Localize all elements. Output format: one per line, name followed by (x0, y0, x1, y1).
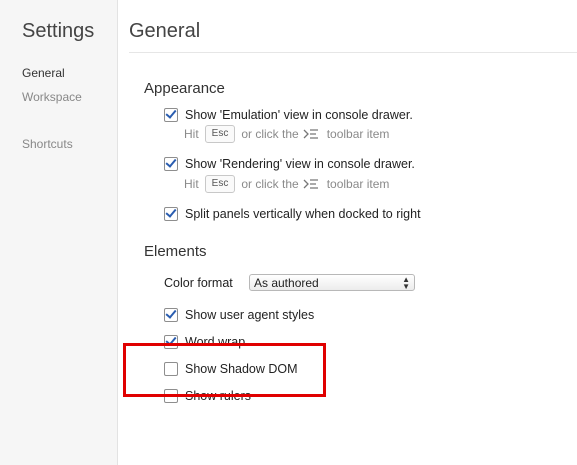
hint-middle: or click the (241, 127, 299, 141)
user-agent-styles-checkbox[interactable] (164, 308, 178, 322)
rendering-checkbox[interactable] (164, 157, 178, 171)
rendering-label: Show 'Rendering' view in console drawer. (185, 157, 415, 171)
rulers-label: Show rulers (185, 389, 251, 403)
select-arrows-icon: ▲ ▼ (402, 275, 410, 291)
hint-suffix: toolbar item (326, 127, 390, 141)
esc-key: Esc (204, 125, 236, 143)
color-format-select[interactable]: As authored ▲ ▼ (249, 274, 415, 291)
user-agent-styles-setting[interactable]: Show user agent styles (164, 308, 314, 322)
settings-sidebar: Settings General Workspace Shortcuts (0, 0, 118, 465)
user-agent-styles-label: Show user agent styles (185, 308, 315, 322)
appearance-heading: Appearance (144, 80, 225, 97)
shadow-dom-label: Show Shadow DOM (185, 362, 298, 376)
elements-heading: Elements (144, 243, 207, 260)
sidebar-item-workspace[interactable]: Workspace (22, 90, 82, 104)
rulers-setting[interactable]: Show rulers (164, 389, 251, 403)
split-panels-checkbox[interactable] (164, 207, 178, 221)
hint-middle: or click the (241, 177, 299, 191)
split-panels-setting[interactable]: Split panels vertically when docked to r… (164, 207, 421, 221)
color-format-label: Color format (164, 276, 233, 290)
split-panels-label: Split panels vertically when docked to r… (185, 207, 421, 221)
word-wrap-setting[interactable]: Word wrap (164, 335, 245, 349)
esc-key: Esc (204, 175, 236, 193)
rendering-setting[interactable]: Show 'Rendering' view in console drawer. (164, 157, 415, 171)
emulation-setting[interactable]: Show 'Emulation' view in console drawer. (164, 108, 413, 122)
shadow-dom-setting[interactable]: Show Shadow DOM (164, 362, 298, 376)
hint-prefix: Hit (184, 127, 199, 141)
sidebar-item-general[interactable]: General (22, 66, 65, 80)
drawer-toggle-icon (303, 128, 319, 140)
rulers-checkbox[interactable] (164, 389, 178, 403)
rendering-hint: Hit Esc or click the toolbar item (184, 175, 389, 193)
sidebar-item-shortcuts[interactable]: Shortcuts (22, 137, 73, 151)
hint-prefix: Hit (184, 177, 199, 191)
word-wrap-label: Word wrap (185, 335, 246, 349)
shadow-dom-checkbox[interactable] (164, 362, 178, 376)
title-divider (129, 52, 577, 53)
page-title: General (129, 20, 201, 42)
emulation-hint: Hit Esc or click the toolbar item (184, 125, 389, 143)
word-wrap-checkbox[interactable] (164, 335, 178, 349)
emulation-checkbox[interactable] (164, 108, 178, 122)
drawer-toggle-icon (303, 178, 319, 190)
emulation-label: Show 'Emulation' view in console drawer. (185, 108, 413, 122)
sidebar-title: Settings (22, 20, 95, 42)
color-format-value: As authored (254, 275, 319, 290)
hint-suffix: toolbar item (326, 177, 390, 191)
